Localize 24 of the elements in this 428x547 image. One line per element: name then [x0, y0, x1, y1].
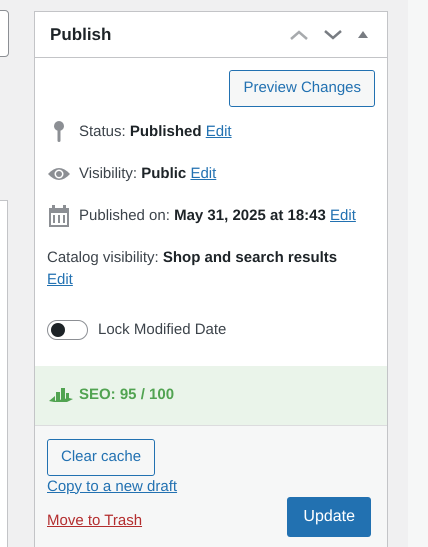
- meta-text: Catalog visibility: Shop and search results Edit: [47, 248, 338, 290]
- chevron-down-icon: [324, 30, 342, 40]
- seo-score: SEO: 95 / 100: [79, 384, 174, 405]
- eye-icon: [47, 166, 71, 182]
- edit-link[interactable]: Edit: [190, 165, 216, 182]
- triangle-icon: [358, 31, 368, 38]
- panel-title: Publish: [50, 24, 112, 46]
- chart-icon: [49, 388, 73, 402]
- meta-text: Status: Published Edit: [79, 122, 232, 142]
- edit-link[interactable]: Edit: [47, 271, 73, 288]
- meta-text: Visibility: Public Edit: [79, 164, 216, 184]
- edit-link[interactable]: Edit: [206, 123, 232, 140]
- calendar-icon: [49, 205, 69, 227]
- chevron-up-icon: [290, 30, 308, 40]
- update-button[interactable]: Update: [287, 496, 371, 536]
- preview-changes-button[interactable]: Preview Changes: [229, 70, 375, 107]
- clear-cache-button[interactable]: Clear cache: [47, 438, 156, 476]
- meta-text: Published on: May 31, 2025 at 18:43 Edit: [79, 206, 356, 226]
- toggle-label: Lock Modified Date: [98, 320, 226, 340]
- trash-link[interactable]: Move to Trash: [47, 510, 178, 532]
- pin-icon: [53, 121, 65, 143]
- edit-link[interactable]: Edit: [330, 207, 356, 224]
- toggle-switch[interactable]: [47, 320, 88, 340]
- copy-draft-link[interactable]: Copy to a new draft: [47, 476, 178, 498]
